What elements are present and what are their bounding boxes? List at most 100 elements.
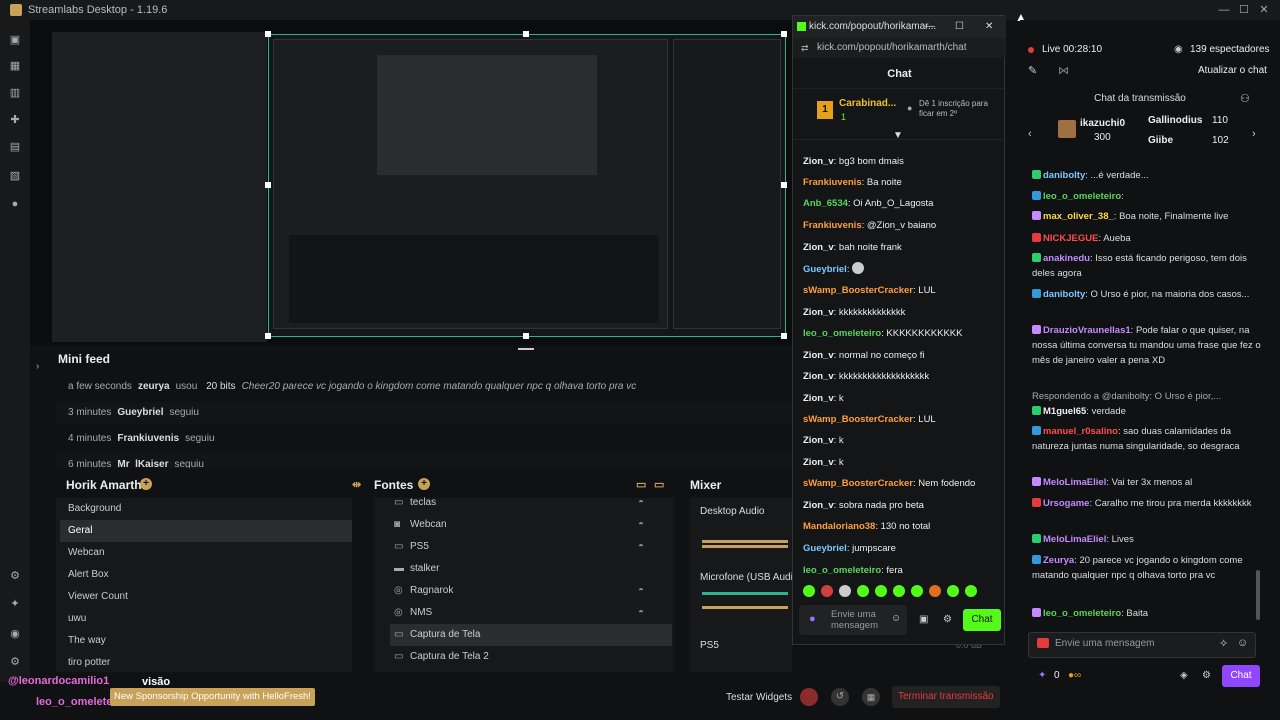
expand-arrow-icon[interactable]: › xyxy=(36,361,39,372)
scene-item[interactable]: The way xyxy=(60,630,356,652)
stream-preview[interactable] xyxy=(268,34,786,337)
tools-icon[interactable]: ✚ xyxy=(7,112,23,128)
chat-username[interactable]: Zion_v xyxy=(803,457,834,468)
resize-handle[interactable] xyxy=(781,182,787,188)
chat-username[interactable]: Gueybriel xyxy=(803,264,847,275)
visibility-icon[interactable]: ◓ xyxy=(638,580,644,602)
chat-username[interactable]: DrauzioVraunellas1 xyxy=(1043,325,1131,336)
resize-handle[interactable] xyxy=(265,31,271,37)
chat-username[interactable]: Zion_v xyxy=(803,393,834,404)
mic-icon[interactable]: ● xyxy=(809,613,816,625)
emote-icon[interactable] xyxy=(929,585,941,597)
send-chat-button[interactable]: Chat xyxy=(1222,665,1260,687)
emote-icon[interactable] xyxy=(875,585,887,597)
share-icon[interactable]: ⋈ xyxy=(1058,64,1069,77)
settings-icon[interactable]: ⚙ xyxy=(943,614,952,625)
popup-send-button[interactable]: Chat xyxy=(963,609,1001,631)
scene-item[interactable]: Geral xyxy=(60,520,356,542)
emoji-icon[interactable]: ☺ xyxy=(1237,637,1248,649)
chat-username[interactable]: leo_o_omeleteiro xyxy=(803,328,881,339)
chat-username[interactable]: MeloLimaEliel xyxy=(1043,477,1106,488)
site-info-icon[interactable]: ⇄ xyxy=(801,38,809,58)
emote-icon[interactable] xyxy=(839,585,851,597)
source-item[interactable]: ▬ stalker xyxy=(390,558,672,580)
emote-icon[interactable] xyxy=(803,585,815,597)
chat-username[interactable]: Frankiuvenis xyxy=(803,177,862,188)
resize-handle[interactable] xyxy=(523,333,529,339)
chat-username[interactable]: danibolty xyxy=(1043,170,1085,181)
chat-username[interactable]: MeloLimaEliel xyxy=(1043,534,1106,545)
resize-handle[interactable] xyxy=(781,31,787,37)
emote-icon[interactable] xyxy=(911,585,923,597)
resize-handle[interactable] xyxy=(265,182,271,188)
refresh-chat-button[interactable]: Atualizar o chat xyxy=(1198,65,1267,76)
camera-icon[interactable] xyxy=(1037,638,1049,648)
widgets-icon[interactable]: ▧ xyxy=(7,168,23,184)
resize-handle[interactable] xyxy=(265,333,271,339)
source-item[interactable]: ▭ Captura de Tela 2 xyxy=(390,646,672,668)
scene-item[interactable]: Background xyxy=(60,498,356,520)
chat-username[interactable]: Zion_v xyxy=(803,307,834,318)
chat-username[interactable]: Zion_v xyxy=(803,242,834,253)
scene-item[interactable]: uwu xyxy=(60,608,356,630)
add-source-icon[interactable]: + xyxy=(418,478,430,490)
chat-username[interactable]: Ursogame xyxy=(1043,498,1089,509)
maximize-icon[interactable]: ☐ xyxy=(1236,2,1252,18)
chat-username[interactable]: manuel_r0salino xyxy=(1043,426,1118,437)
chat-username[interactable]: Zion_v xyxy=(803,435,834,446)
chat-username[interactable]: Zion_v xyxy=(803,350,834,361)
source-item[interactable]: ▭ teclas ◓ xyxy=(390,492,672,514)
dashboard-icon[interactable]: ▦ xyxy=(7,58,23,74)
emoji-icon[interactable]: ☺ xyxy=(891,613,901,624)
chat-username[interactable]: Zion_v xyxy=(803,500,834,511)
pin-icon[interactable]: ▼ xyxy=(893,130,903,141)
emote-icon[interactable] xyxy=(857,585,869,597)
visibility-icon[interactable]: ◓ xyxy=(638,602,644,624)
source-item[interactable]: ▭ PS5 ◓ xyxy=(390,536,672,558)
chat-username[interactable]: danibolty xyxy=(1043,289,1085,300)
edit-icon[interactable]: ✎ xyxy=(1028,64,1037,77)
camera-icon[interactable]: ◉ xyxy=(7,626,23,642)
library-icon[interactable]: ▥ xyxy=(7,85,23,101)
studio-icon[interactable]: ▣ xyxy=(7,32,23,48)
chat-username[interactable]: Gueybriel xyxy=(803,543,847,554)
visibility-icon[interactable]: ◓ xyxy=(638,514,644,536)
chat-username[interactable]: sWamp_BoosterCracker xyxy=(803,414,913,425)
scene-item[interactable]: Viewer Count xyxy=(60,586,356,608)
store-icon[interactable]: ▤ xyxy=(7,139,23,155)
emote-icon[interactable] xyxy=(965,585,977,597)
chat-username[interactable]: Zeurya xyxy=(1043,555,1074,566)
scene-item[interactable]: Alert Box xyxy=(60,564,356,586)
splitter-handle[interactable] xyxy=(518,348,534,350)
emote-icon[interactable] xyxy=(947,585,959,597)
chat-username[interactable]: leo_o_omeleteiro xyxy=(1043,191,1121,202)
settings-icon[interactable]: ⚙ xyxy=(1202,670,1211,681)
minimize-icon[interactable]: — xyxy=(925,16,935,38)
chat-username[interactable]: Anb_6534 xyxy=(803,198,848,209)
chat-username[interactable]: Zion_v xyxy=(803,156,834,167)
chat-username[interactable]: leo_o_omeleteiro xyxy=(1043,608,1121,619)
chat-username[interactable]: leo_o_omeleteiro xyxy=(803,565,881,576)
folder-icon[interactable]: ▭ xyxy=(636,478,646,491)
source-item[interactable]: ▭ Captura de Tela xyxy=(390,624,672,646)
test-widgets-button[interactable]: Testar Widgets xyxy=(726,692,792,703)
folder-add-icon[interactable]: ▭ xyxy=(654,478,664,491)
scene-item[interactable]: tiro potter xyxy=(60,652,356,672)
next-arrow-icon[interactable]: › xyxy=(1252,128,1256,140)
source-item[interactable]: ◎ NMS ◓ xyxy=(390,602,672,624)
magic-icon[interactable]: ✧ xyxy=(1219,637,1228,650)
calendar-icon[interactable]: ▦ xyxy=(862,688,880,706)
settings-icon[interactable]: ⚙ xyxy=(7,568,23,584)
resize-handle[interactable] xyxy=(781,333,787,339)
filter-icon[interactable]: ⇹ xyxy=(352,478,361,491)
chat-username[interactable]: M1guel65 xyxy=(1043,406,1086,417)
chat-username[interactable]: Zion_v xyxy=(803,371,834,382)
chat-username[interactable]: Mandaloriano38 xyxy=(803,521,875,532)
gear-icon[interactable]: ⚙ xyxy=(7,654,23,670)
chat-input[interactable]: Envie uma mensagem ✧ ☺ xyxy=(1028,632,1256,658)
scene-item[interactable]: Webcan xyxy=(60,542,356,564)
chat-username[interactable]: NICKJEGUE xyxy=(1043,233,1098,244)
minimize-icon[interactable]: — xyxy=(1216,2,1232,18)
record-button[interactable] xyxy=(800,688,818,706)
visibility-icon[interactable]: ◓ xyxy=(638,536,644,558)
